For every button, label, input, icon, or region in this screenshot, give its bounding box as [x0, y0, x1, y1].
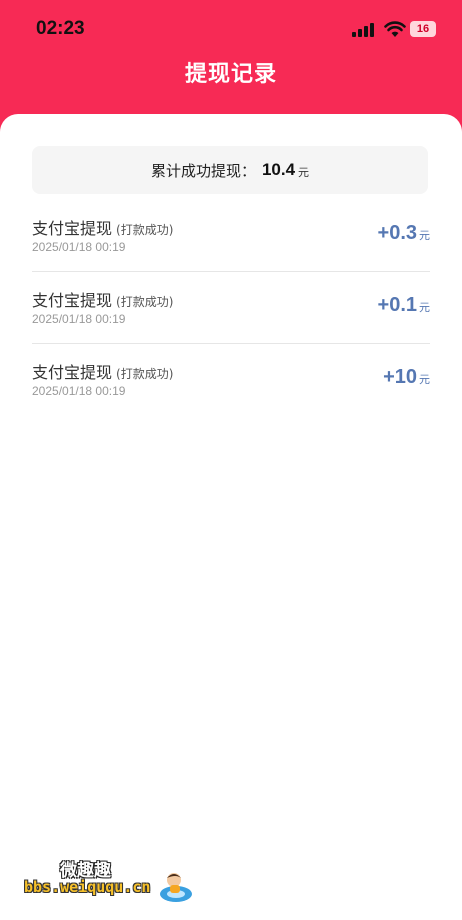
- record-row[interactable]: 支付宝提现 (打款成功) 2025/01/18 00:19 +10 元: [32, 344, 430, 416]
- status-bar: 02:23 16: [0, 0, 462, 58]
- record-time: 2025/01/18 00:19: [32, 240, 126, 254]
- battery-icon: 16: [410, 21, 436, 37]
- record-row[interactable]: 支付宝提现 (打款成功) 2025/01/18 00:19 +0.3 元: [32, 200, 430, 272]
- summary-amount: 10.4: [261, 160, 296, 179]
- record-status: (打款成功): [116, 223, 174, 237]
- watermark: 微趣趣 bbs.weiququ.cn: [20, 852, 210, 912]
- record-list: 支付宝提现 (打款成功) 2025/01/18 00:19 +0.3 元 支付宝提现…: [32, 200, 430, 416]
- watermark-url: bbs.weiququ.cn: [24, 878, 151, 896]
- record-title: 支付宝提现: [32, 219, 113, 238]
- content-sheet: 累计成功提现： 10.4 元 支付宝提现 (打款成功) 2025/01/18 00…: [0, 114, 462, 920]
- summary-unit: 元: [298, 165, 310, 179]
- record-unit: 元: [419, 373, 430, 386]
- wifi-icon: [384, 21, 406, 37]
- record-amount: +0.1: [377, 294, 417, 316]
- signal-icon: [352, 23, 374, 37]
- record-unit: 元: [419, 229, 430, 242]
- record-row[interactable]: 支付宝提现 (打款成功) 2025/01/18 00:19 +0.1 元: [32, 272, 430, 344]
- record-status: (打款成功): [116, 295, 174, 309]
- summary-label: 累计成功提现：: [150, 161, 256, 180]
- page-title: 提现记录: [184, 62, 277, 87]
- record-title: 支付宝提现: [32, 363, 113, 382]
- record-title: 支付宝提现: [32, 291, 113, 310]
- record-status: (打款成功): [116, 367, 174, 381]
- record-time: 2025/01/18 00:19: [32, 384, 126, 398]
- record-amount: +0.3: [377, 222, 417, 244]
- record-time: 2025/01/18 00:19: [32, 312, 126, 326]
- record-amount: +10: [383, 366, 417, 388]
- record-unit: 元: [419, 301, 430, 314]
- withdraw-summary: 累计成功提现： 10.4 元: [32, 146, 428, 194]
- mascot-icon: [160, 873, 192, 902]
- status-time: 02:23: [36, 18, 85, 39]
